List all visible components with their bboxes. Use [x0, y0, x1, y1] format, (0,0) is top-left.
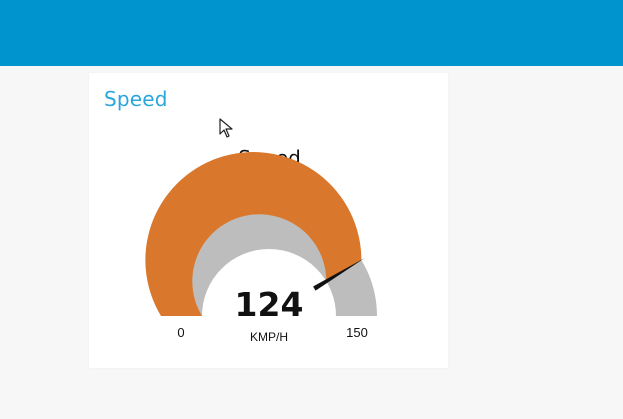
- gauge-value-label: 124: [235, 285, 304, 324]
- speed-group-card: Speed Speed 124 0 150 KMP/H: [89, 73, 448, 368]
- gauge-units-label: KMP/H: [250, 330, 288, 344]
- top-header-bar: [0, 0, 623, 66]
- gauge-min-label: 0: [177, 325, 184, 340]
- mouse-cursor-icon: [219, 118, 233, 138]
- speed-gauge: 124 0 150 KMP/H: [145, 152, 377, 344]
- gauge-max-label: 150: [346, 325, 368, 340]
